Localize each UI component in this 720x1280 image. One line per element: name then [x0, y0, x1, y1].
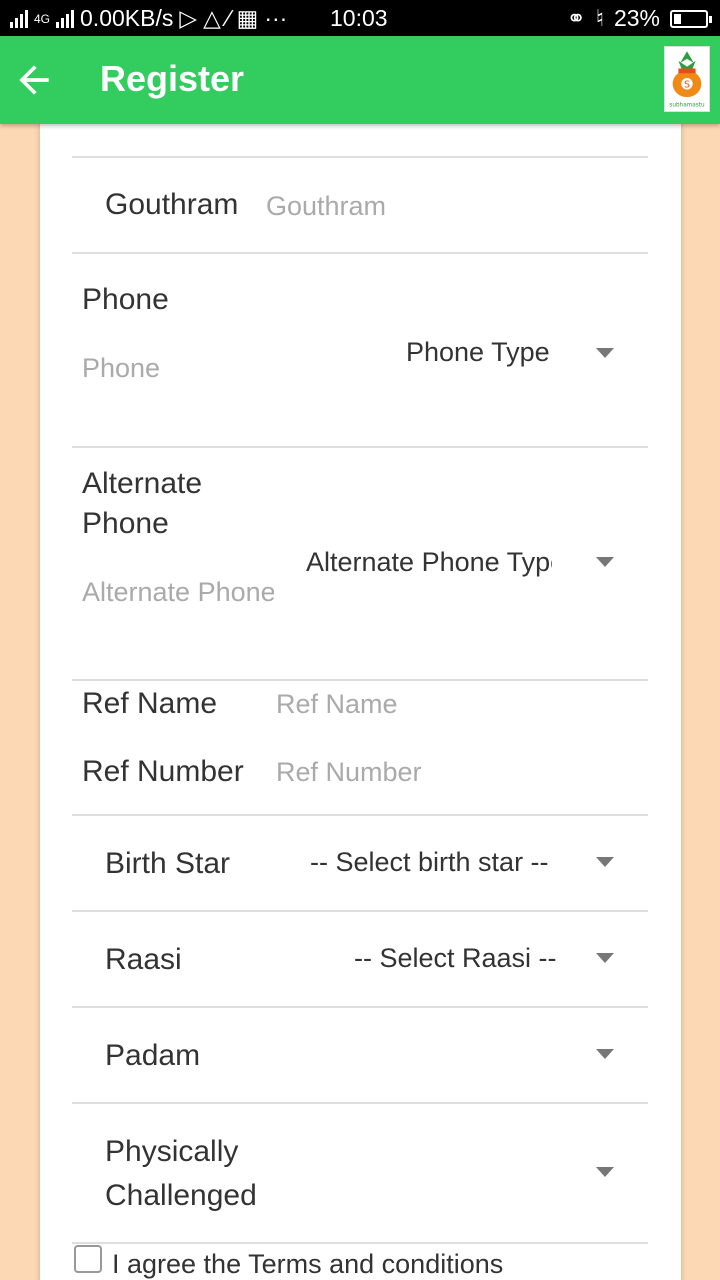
phone-label: Phone: [82, 283, 169, 316]
physically-challenged-label-line2: Challenged: [105, 1179, 257, 1212]
divider: [72, 446, 648, 448]
alternate-phone-type-select[interactable]: Alternate Phone Type: [306, 547, 552, 578]
terms-label[interactable]: I agree the Terms and conditions: [112, 1249, 503, 1280]
ref-number-input[interactable]: Ref Number: [276, 757, 422, 788]
phone-type-select[interactable]: Phone Type: [406, 337, 556, 368]
divider: [72, 679, 648, 681]
terms-checkbox[interactable]: [74, 1245, 102, 1273]
ref-name-label: Ref Name: [82, 687, 218, 720]
alternate-phone-label-line2: Phone: [82, 507, 169, 540]
signal-icon: [10, 9, 28, 28]
calendar-icon: ▦: [236, 5, 259, 31]
battery-icon: [670, 9, 712, 28]
signal-icon-2: [56, 9, 75, 28]
divider: [72, 156, 648, 158]
app-bar: Register S subhamastu: [0, 36, 720, 124]
ref-name-input[interactable]: Ref Name: [276, 689, 398, 720]
raasi-select[interactable]: -- Select Raasi --: [354, 943, 556, 974]
divider: [72, 814, 648, 816]
headphone-icon: ⚭: [566, 5, 586, 31]
raasi-label: Raasi: [105, 943, 182, 976]
page-title: Register: [100, 58, 245, 99]
back-arrow-icon[interactable]: [12, 58, 56, 102]
play-store-icon: ▷: [179, 5, 198, 31]
clock: 10:03: [330, 5, 388, 31]
logo-text: subhamastu: [669, 103, 705, 109]
divider: [72, 1006, 648, 1008]
phone-type-dropdown-icon[interactable]: [596, 348, 614, 358]
divider: [72, 1242, 648, 1244]
kalash-logo-icon: S subhamastu: [669, 51, 705, 109]
birth-star-dropdown-icon[interactable]: [596, 857, 614, 867]
network-type: 4G: [34, 11, 51, 26]
padam-label: Padam: [105, 1039, 201, 1072]
logo-symbol: S: [684, 80, 690, 91]
birth-star-label: Birth Star: [105, 847, 231, 880]
mute-bell-icon: ♮: [595, 5, 604, 31]
signal-slash-icon: ∕: [226, 5, 231, 31]
physically-challenged-label-line1: Physically: [105, 1135, 239, 1168]
battery-percent: 23%: [613, 5, 660, 31]
gouthram-input[interactable]: Gouthram: [266, 191, 386, 222]
alternate-phone-label-line1: Alternate: [82, 467, 203, 500]
divider: [72, 910, 648, 912]
alternate-phone-type-dropdown-icon[interactable]: [596, 557, 614, 567]
status-bar: 4G 0.00KB/s ▷ △ ∕ ▦ ··· 10:03 ⚭ ♮ 23%: [0, 0, 720, 36]
raasi-dropdown-icon[interactable]: [596, 953, 614, 963]
physically-challenged-dropdown-icon[interactable]: [596, 1167, 614, 1177]
birth-star-select[interactable]: -- Select birth star --: [310, 847, 556, 878]
padam-dropdown-icon[interactable]: [596, 1049, 614, 1059]
ref-number-label: Ref Number: [82, 755, 244, 788]
more-icon: ···: [264, 5, 288, 31]
phone-input[interactable]: Phone: [82, 353, 160, 384]
network-speed: 0.00KB/s: [80, 5, 174, 31]
alternate-phone-input[interactable]: Alternate Phone: [82, 577, 274, 608]
app-logo: S subhamastu: [664, 46, 710, 112]
divider: [72, 252, 648, 254]
drive-icon: △: [203, 5, 221, 31]
divider: [72, 1102, 648, 1104]
gouthram-label: Gouthram: [105, 188, 239, 221]
